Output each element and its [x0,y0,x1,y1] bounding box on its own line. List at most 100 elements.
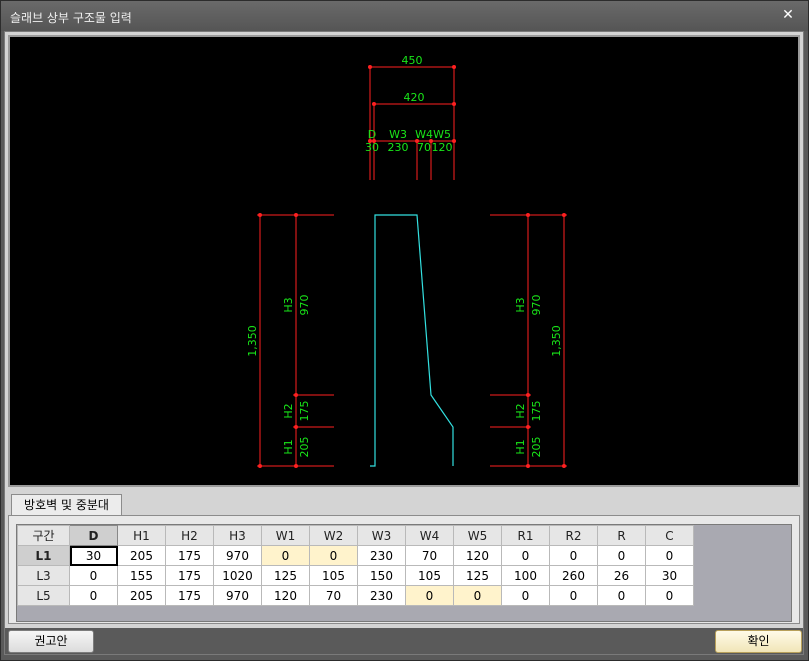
table-cell[interactable]: 230 [357,585,406,606]
table-row: L3 0 155 175 1020 125 105 150 105 125 10 [17,565,694,586]
confirm-button[interactable]: 확인 [715,630,802,653]
width-label-w4: W4 [415,128,433,141]
dialog-body: 450 420 D W3 W4 W5 30 230 70 120 1,350 H… [4,31,804,655]
button-bar: 권고안 확인 [5,628,803,654]
table-cell[interactable]: 970 [213,545,262,566]
left-h2-label: H2 [282,403,295,418]
table-row: L1 30 205 175 970 0 0 230 70 120 0 0 0 0 [17,545,694,566]
right-h1-label: H1 [514,439,527,454]
table-cell[interactable]: 0 [597,545,646,566]
column-header[interactable]: W5 [453,525,502,546]
table-cell[interactable]: 150 [357,565,406,586]
dim-marker [294,464,298,468]
column-header[interactable]: H1 [117,525,166,546]
row-header[interactable]: L5 [17,585,70,606]
row-header[interactable]: L1 [17,545,70,566]
title-bar: 슬래브 상부 구조물 입력 ✕ [1,1,808,31]
right-h2-label: H2 [514,403,527,418]
right-h3-label: H3 [514,297,527,312]
width-label-w5: W5 [433,128,451,141]
table-cell[interactable]: 0 [501,545,550,566]
dim-marker [294,213,298,217]
column-header[interactable]: W3 [357,525,406,546]
drawing-canvas: 450 420 D W3 W4 W5 30 230 70 120 1,350 H… [8,35,800,487]
column-header[interactable]: W2 [309,525,358,546]
table-cell[interactable]: 0 [405,585,454,606]
width-value-d: 30 [365,141,379,154]
left-h3-value: 970 [298,295,311,316]
table-cell[interactable]: 30 [645,565,694,586]
table-cell[interactable]: 70 [405,545,454,566]
dim-marker [526,425,530,429]
table-cell[interactable]: 175 [165,565,214,586]
table-cell[interactable]: 120 [261,585,310,606]
table-cell[interactable]: 26 [597,565,646,586]
table-cell[interactable]: 0 [69,565,118,586]
table-row: L5 0 205 175 970 120 70 230 0 0 0 0 0 0 [17,585,694,606]
right-h1-value: 205 [530,437,543,458]
table-cell[interactable]: 0 [549,585,598,606]
table-cell[interactable]: 175 [165,585,214,606]
table-cell[interactable]: 120 [453,545,502,566]
dim-marker [562,213,566,217]
table-cell[interactable]: 230 [357,545,406,566]
dim-marker [526,393,530,397]
recommend-button[interactable]: 권고안 [8,630,94,653]
dim-marker [258,464,262,468]
table-cell[interactable]: 205 [117,545,166,566]
section-table: 구간 D H1 H2 H3 W1 W2 W3 W4 W5 R1 R2 R C L… [17,525,694,606]
width-value-w5: 120 [432,141,453,154]
column-header[interactable]: H2 [165,525,214,546]
table-cell[interactable]: 105 [309,565,358,586]
table-cell[interactable]: 0 [645,545,694,566]
column-header[interactable]: R2 [549,525,598,546]
table-cell[interactable]: 105 [405,565,454,586]
column-header[interactable]: C [645,525,694,546]
dim-marker [294,393,298,397]
table-cell[interactable]: 155 [117,565,166,586]
dim-marker [526,213,530,217]
table-cell[interactable]: 0 [261,545,310,566]
table-cell[interactable]: 125 [261,565,310,586]
dim-marker [452,102,456,106]
table-cell[interactable]: 125 [453,565,502,586]
column-header[interactable]: D [69,525,118,546]
table-cell[interactable]: 205 [117,585,166,606]
tab-panel: 구간 D H1 H2 H3 W1 W2 W3 W4 W5 R1 R2 R C L… [8,515,800,624]
close-icon[interactable]: ✕ [780,6,796,24]
tab-area: 방호벽 및 중분대 구간 D H1 H2 H3 W1 W2 W3 W4 W5 R… [8,494,800,624]
table-cell[interactable]: 70 [309,585,358,606]
width-label-w3: W3 [389,128,407,141]
dim-marker [372,102,376,106]
column-header[interactable]: W1 [261,525,310,546]
column-header[interactable]: H3 [213,525,262,546]
table-cell[interactable]: 0 [69,585,118,606]
dim-marker [294,425,298,429]
dim-marker [368,65,372,69]
table-cell[interactable]: 0 [309,545,358,566]
table-cell[interactable]: 175 [165,545,214,566]
table-cell[interactable]: 970 [213,585,262,606]
dim-marker [452,65,456,69]
dim-marker [452,139,456,143]
right-h3-value: 970 [530,295,543,316]
dim-marker [526,464,530,468]
tab-barrier-median[interactable]: 방호벽 및 중분대 [11,494,122,516]
table-cell[interactable]: 0 [501,585,550,606]
left-h3-label: H3 [282,297,295,312]
column-header[interactable]: W4 [405,525,454,546]
column-header[interactable]: R1 [501,525,550,546]
table-cell[interactable]: 0 [645,585,694,606]
table-cell[interactable]: 1020 [213,565,262,586]
table-cell[interactable]: 100 [501,565,550,586]
column-header[interactable]: R [597,525,646,546]
corner-header: 구간 [17,525,70,546]
table-cell[interactable]: 30 [69,545,118,566]
table-cell[interactable]: 260 [549,565,598,586]
header-row: 구간 D H1 H2 H3 W1 W2 W3 W4 W5 R1 R2 R C [17,525,694,546]
table-cell[interactable]: 0 [597,585,646,606]
row-header[interactable]: L3 [17,565,70,586]
data-grid: 구간 D H1 H2 H3 W1 W2 W3 W4 W5 R1 R2 R C L… [16,524,792,622]
table-cell[interactable]: 0 [453,585,502,606]
table-cell[interactable]: 0 [549,545,598,566]
